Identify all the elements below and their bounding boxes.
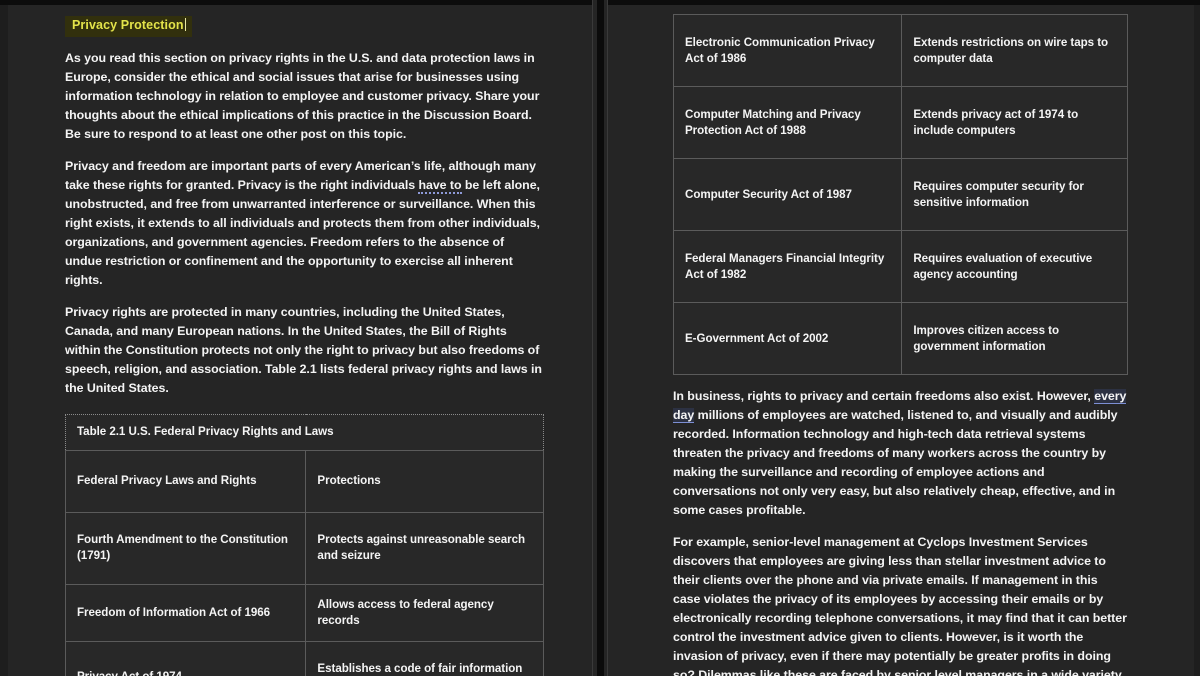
section-heading[interactable]: Privacy Protection — [65, 16, 192, 37]
paragraph-cyclops-example: For example, senior-level management at … — [673, 535, 1127, 676]
section-heading-text: Privacy Protection — [72, 18, 184, 32]
table-row: E-Government Act of 2002 Improves citize… — [672, 302, 1128, 375]
table-cell-law: Privacy Act of 1974 — [64, 640, 307, 676]
table-header-col-laws: Federal Privacy Laws and Rights — [64, 449, 307, 513]
table-cell-law: Federal Managers Financial Integrity Act… — [672, 230, 903, 303]
table-caption-cell: Table 2.1 U.S. Federal Privacy Rights an… — [65, 413, 544, 451]
federal-privacy-table-left: Table 2.1 U.S. Federal Privacy Rights an… — [64, 413, 544, 676]
table-row: Privacy Act of 1974 Establishes a code o… — [64, 640, 544, 676]
table-caption-row: Table 2.1 U.S. Federal Privacy Rights an… — [65, 413, 544, 451]
table-header-row: Federal Privacy Laws and Rights Protecti… — [64, 449, 544, 513]
document-page-right: Electronic Communication Privacy Act of … — [608, 5, 1194, 676]
canvas-left-gutter — [0, 5, 8, 676]
paragraph-intro: As you read this section on privacy righ… — [65, 50, 540, 141]
table-row: Computer Security Act of 1987 Requires c… — [672, 158, 1128, 231]
table-cell-law: Computer Matching and Privacy Protection… — [672, 86, 903, 159]
table-cell-protection: Requires computer security for sensitive… — [901, 158, 1128, 231]
table-cell-protection: Allows access to federal agency records — [305, 583, 544, 642]
grammar-mark-have-to[interactable]: have to — [418, 177, 462, 194]
table-cell-protection: Protects against unreasonable search and… — [305, 511, 544, 585]
canvas-right-gutter — [1194, 5, 1200, 676]
table-cell-law: E-Government Act of 2002 — [672, 302, 903, 375]
table-cell-protection: Extends restrictions on wire taps to com… — [901, 14, 1128, 87]
table-row: Federal Managers Financial Integrity Act… — [672, 230, 1128, 303]
table-cell-protection: Extends privacy act of 1974 to include c… — [901, 86, 1128, 159]
table-cell-protection: Improves citizen access to government in… — [901, 302, 1128, 375]
table-row: Computer Matching and Privacy Protection… — [672, 86, 1128, 159]
paragraph-privacy-freedom: Privacy and freedom are important parts … — [65, 158, 540, 287]
table-cell-law: Computer Security Act of 1987 — [672, 158, 903, 231]
table-cell-protection: Requires evaluation of executive agency … — [901, 230, 1128, 303]
table-cell-law: Fourth Amendment to the Constitution (17… — [64, 511, 307, 585]
federal-privacy-table-right: Electronic Communication Privacy Act of … — [672, 14, 1128, 375]
paragraph-privacy-rights: Privacy rights are protected in many cou… — [65, 304, 542, 395]
table-row: Fourth Amendment to the Constitution (17… — [64, 511, 544, 585]
table-cell-protection: Establishes a code of fair information p… — [305, 640, 544, 676]
table-2-1-right-part: Electronic Communication Privacy Act of … — [672, 14, 1128, 375]
table-row: Electronic Communication Privacy Act of … — [672, 14, 1128, 87]
paragraph-in-business: In business, rights to privacy and certa… — [673, 389, 1127, 517]
grammar-mark-every-day[interactable]: every day — [673, 389, 1126, 423]
document-canvas: Privacy Protection As you read this sect… — [0, 0, 1200, 676]
section-heading-wrapper: Privacy Protection — [65, 16, 544, 37]
document-page-left: Privacy Protection As you read this sect… — [8, 5, 592, 676]
table-row: Freedom of Information Act of 1966 Allow… — [64, 583, 544, 642]
text-caret — [184, 18, 186, 31]
table-header-col-protections: Protections — [305, 449, 544, 513]
table-cell-law: Electronic Communication Privacy Act of … — [672, 14, 903, 87]
page-divider — [592, 0, 608, 676]
table-2-1-left-part: Table 2.1 U.S. Federal Privacy Rights an… — [64, 413, 544, 676]
table-cell-law: Freedom of Information Act of 1966 — [64, 583, 307, 642]
